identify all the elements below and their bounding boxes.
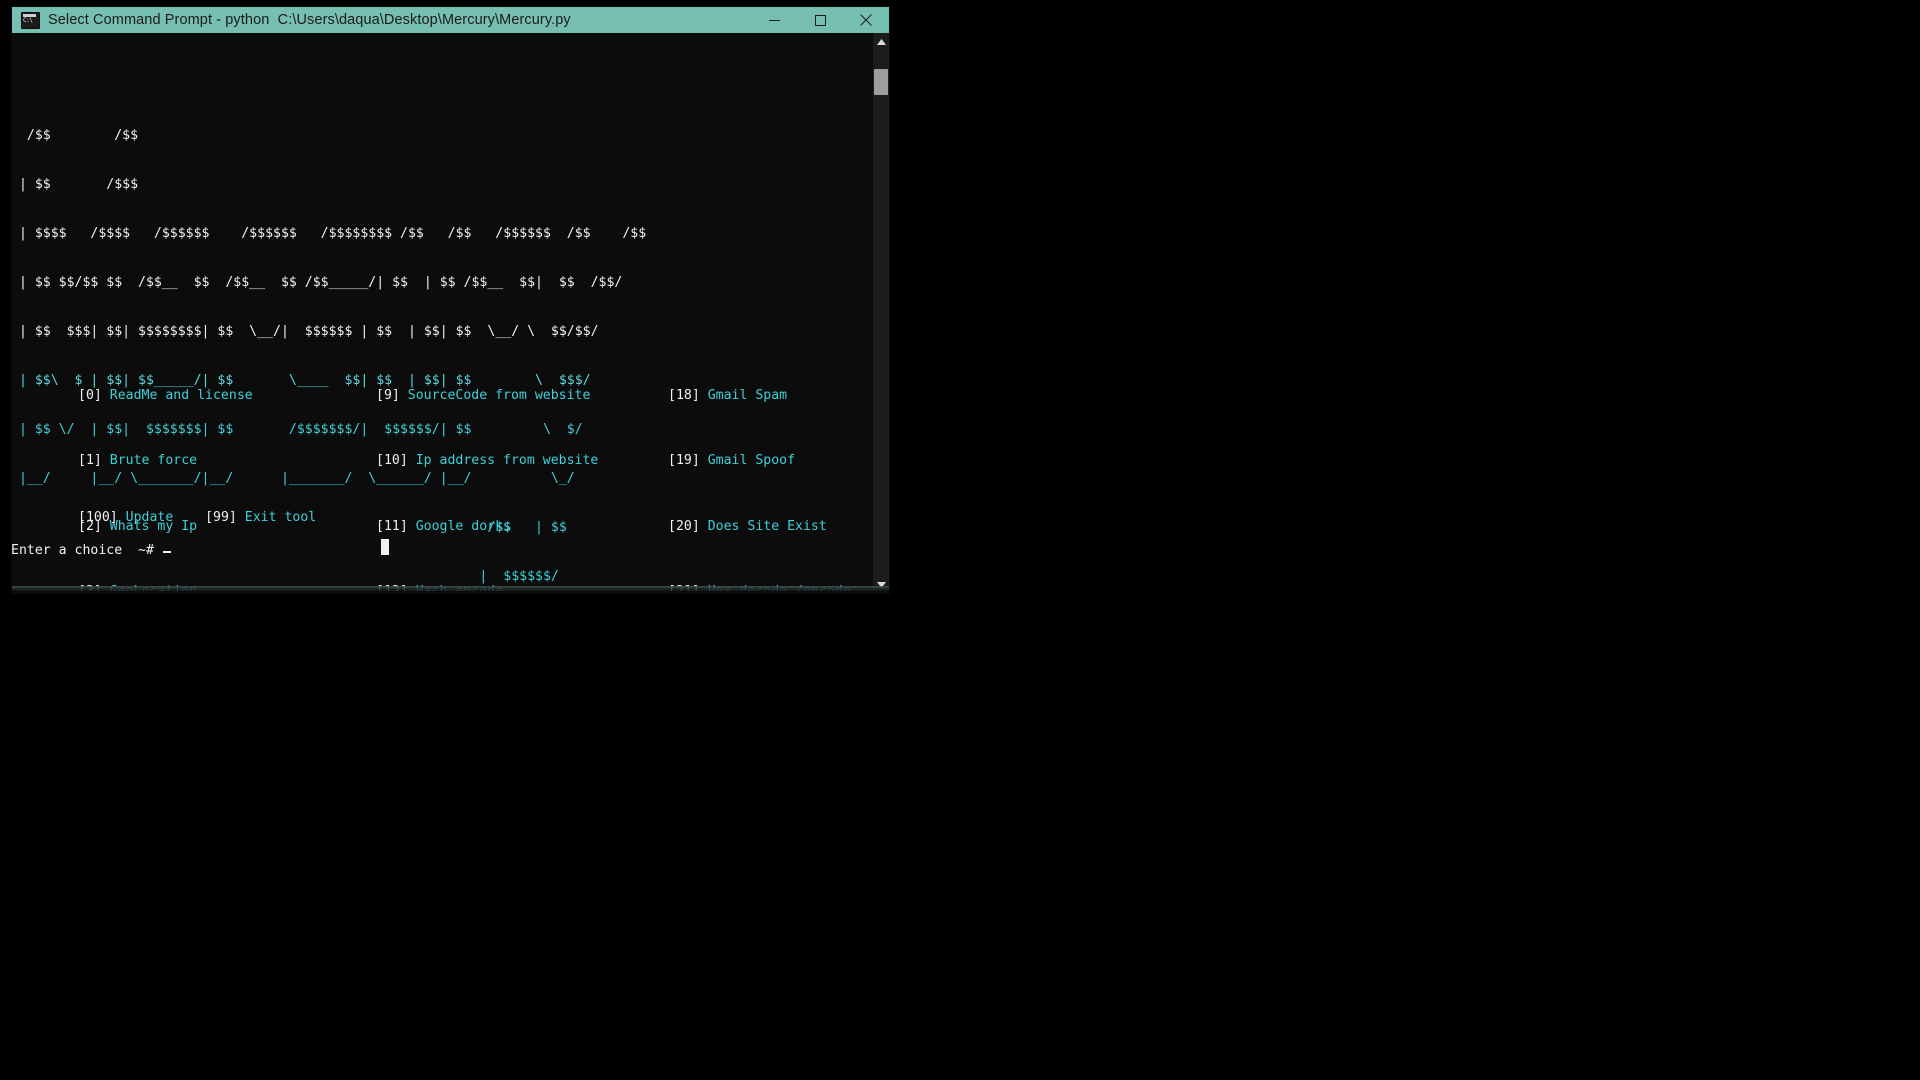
menu-item-11[interactable]: [11] Google dorks [376,519,511,535]
menu-item-0[interactable]: [0] ReadMe and license [78,388,253,404]
menu-item-label: Gmail Spam [707,388,788,404]
menu-item-label: Update [125,510,174,525]
minimize-button[interactable] [751,7,797,33]
menu-item-tag: [10] [376,453,408,469]
console-window[interactable]: Select Command Prompt - python C:\Users\… [12,7,889,593]
vertical-scrollbar[interactable] [873,33,889,593]
menu-item-label: Gmail Spoof [707,453,796,469]
menu-item-label: Google dorks [415,518,511,534]
banner-line: | $$$$ /$$$$ /$$$$$$ /$$$$$$ /$$$$$$$$ /… [12,225,647,241]
banner-line: | $$ $$/$$ $$ /$$__ $$ /$$__ $$ /$$_____… [12,274,623,290]
menu-item-tag: [1] [78,453,102,469]
banner-line: | $$ /$$$ [12,176,599,192]
text-cursor [381,539,389,555]
menu-item-18[interactable]: [18] Gmail Spam [668,388,787,404]
menu-item-update[interactable]: [100] Update [78,510,173,525]
menu-row: [0] ReadMe and license [9] SourceCode fr… [12,388,873,404]
menu-item-tag: [18] [668,388,700,404]
banner-line: /$$ /$$ [12,127,599,143]
scrollbar-thumb[interactable] [874,69,888,95]
prompt-line[interactable]: Enter a choice ~# [12,543,171,559]
prompt-underscore-cursor [162,551,171,553]
menu-item-label: Exit tool [244,510,317,525]
menu-item-label: SourceCode from website [407,388,591,404]
maximize-button[interactable] [797,7,843,33]
banner-line: | $$ $$$| $$| $$$$$$$$| $$ \__/| $$$$$$ … [12,323,599,339]
terminal-output[interactable]: /$$ /$$ | $$ /$$$ | $$$$ /$$$$ /$$$$$$ /… [12,33,873,593]
menu-item-10[interactable]: [10] Ip address from website [376,453,598,469]
menu-item-label: Brute force [109,453,198,469]
menu-footer-row: [100] Update [99] Exit tool [78,510,316,526]
menu-item-label: Does Site Exist [707,518,827,534]
prompt-symbol: ~# [138,543,154,558]
menu-item-label: Ip address from website [415,453,599,469]
menu-item-tag: [99] [205,510,237,525]
menu-row: [1] Brute force [10] Ip address from web… [12,453,873,469]
menu-item-tag: [19] [668,453,700,469]
menu-item-9[interactable]: [9] SourceCode from website [376,388,590,404]
scrollbar-track[interactable] [873,50,889,576]
window-controls [751,7,889,33]
menu-item-20[interactable]: [20] Does Site Exist [668,519,827,535]
menu-item-1[interactable]: [1] Brute force [78,453,197,469]
console-icon [21,11,40,29]
window-drop-shadow-lower [12,591,889,594]
prompt-question: Enter a choice [12,543,123,558]
menu-item-tag: [100] [78,510,118,525]
menu-item-tag: [20] [668,518,700,534]
menu-item-exit[interactable]: [99] Exit tool [205,510,316,525]
menu-item-tag: [0] [78,388,102,404]
window-title: Select Command Prompt - python C:\Users\… [48,12,571,28]
console-client-area[interactable]: /$$ /$$ | $$ /$$$ | $$$$ /$$$$ /$$$$$$ /… [12,33,889,593]
scroll-up-arrow-icon[interactable] [873,33,889,50]
menu-item-tag: [9] [376,388,400,404]
menu-item-tag: [11] [376,518,408,534]
title-bar[interactable]: Select Command Prompt - python C:\Users\… [12,7,889,33]
close-button[interactable] [843,7,889,33]
menu-item-19[interactable]: [19] Gmail Spoof [668,453,795,469]
menu-item-label: ReadMe and license [109,388,253,404]
